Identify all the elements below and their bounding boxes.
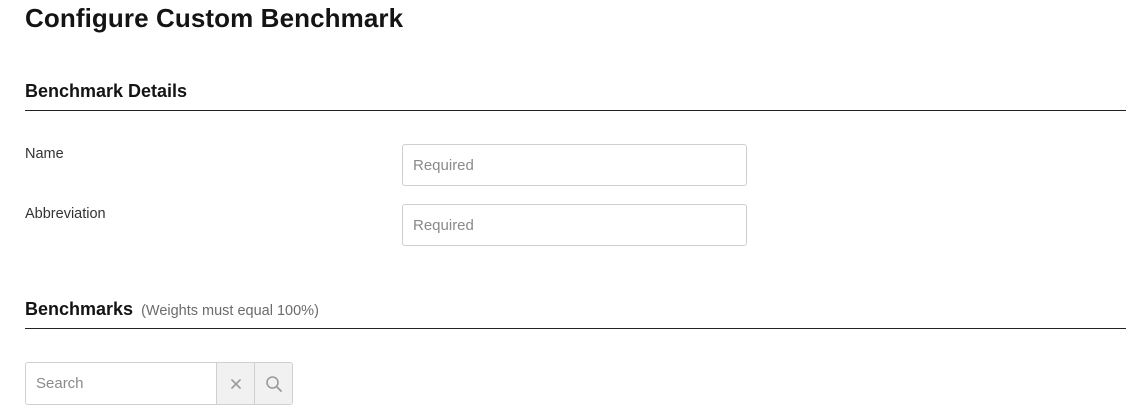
name-label: Name: [25, 146, 64, 162]
benchmark-details-section-header: Benchmark Details: [25, 78, 1126, 111]
close-icon: [230, 378, 242, 390]
benchmarks-weights-note: (Weights must equal 100%): [141, 303, 319, 319]
search-button[interactable]: [254, 363, 292, 404]
name-field[interactable]: [402, 144, 747, 186]
benchmark-details-title: Benchmark Details: [25, 81, 188, 101]
benchmark-search-group: [25, 362, 293, 405]
search-icon: [265, 375, 283, 393]
clear-search-button[interactable]: [216, 363, 254, 404]
abbreviation-label: Abbreviation: [25, 206, 106, 222]
page-title: Configure Custom Benchmark: [25, 3, 404, 33]
configure-custom-benchmark-page: Configure Custom Benchmark Benchmark Det…: [0, 0, 1146, 419]
benchmarks-section-header: Benchmarks (Weights must equal 100%): [25, 296, 1126, 329]
abbreviation-field[interactable]: [402, 204, 747, 246]
search-input[interactable]: [26, 363, 216, 404]
benchmarks-title: Benchmarks: [25, 299, 134, 319]
